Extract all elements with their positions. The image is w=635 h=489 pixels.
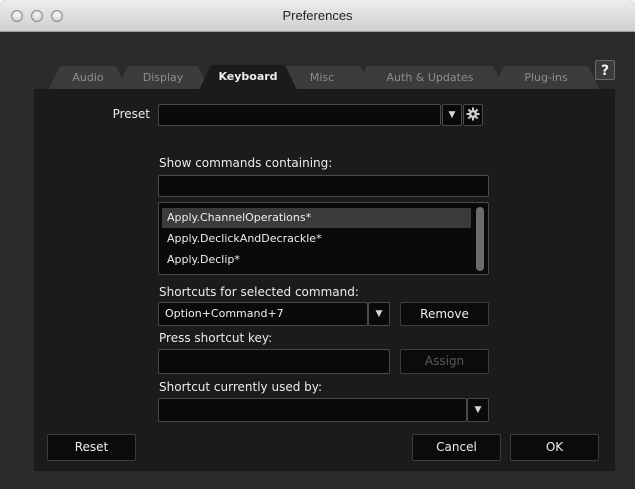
list-item[interactable]: Apply.ChannelOperations* — [162, 208, 471, 228]
reset-button[interactable]: Reset — [47, 434, 136, 461]
used-by-dropdown-button[interactable]: ▼ — [467, 398, 489, 422]
tab-keyboard[interactable]: Keyboard — [199, 65, 297, 90]
cancel-button[interactable]: Cancel — [412, 434, 501, 461]
chevron-down-icon: ▼ — [448, 110, 456, 120]
filter-input[interactable] — [158, 175, 489, 197]
gear-icon — [466, 107, 480, 121]
tab-display[interactable]: Display — [116, 66, 210, 90]
title-bar[interactable]: Preferences — [0, 0, 635, 32]
window-title: Preferences — [282, 8, 353, 23]
scrollbar-thumb[interactable] — [476, 207, 484, 271]
tab-audio[interactable]: Audio — [48, 66, 128, 90]
shortcuts-label: Shortcuts for selected command: — [159, 285, 359, 299]
preferences-window: Preferences Audio Display Misc Auth & Up… — [0, 0, 635, 489]
remove-button[interactable]: Remove — [400, 302, 489, 326]
filter-label: Show commands containing: — [159, 156, 333, 170]
preset-label: Preset — [112, 107, 150, 121]
shortcuts-dropdown-button[interactable]: ▼ — [368, 302, 390, 326]
assign-button[interactable]: Assign — [400, 349, 489, 374]
tab-plugins[interactable]: Plug-ins — [492, 66, 600, 90]
preset-settings-button[interactable] — [463, 104, 483, 126]
used-by-label: Shortcut currently used by: — [159, 380, 323, 394]
list-item[interactable]: Apply.DeclickAndDecrackle* — [162, 229, 471, 249]
shortcuts-dropdown[interactable]: Option+Command+7 — [158, 302, 368, 326]
used-by-dropdown[interactable] — [158, 398, 467, 422]
ok-button[interactable]: OK — [510, 434, 599, 461]
commands-list[interactable]: Apply.ChannelOperations* Apply.DeclickAn… — [158, 202, 489, 275]
help-icon[interactable]: ? — [595, 60, 615, 80]
press-key-label: Press shortcut key: — [159, 331, 273, 345]
chevron-down-icon: ▼ — [375, 309, 383, 319]
list-item[interactable]: Apply.Declip* — [162, 250, 471, 270]
preset-dropdown[interactable] — [158, 104, 441, 126]
preset-dropdown-button[interactable]: ▼ — [442, 104, 462, 126]
chevron-down-icon: ▼ — [474, 405, 482, 415]
shortcut-key-input[interactable] — [158, 349, 390, 374]
shortcuts-value: Option+Command+7 — [165, 307, 284, 320]
tab-auth-updates[interactable]: Auth & Updates — [355, 66, 505, 90]
